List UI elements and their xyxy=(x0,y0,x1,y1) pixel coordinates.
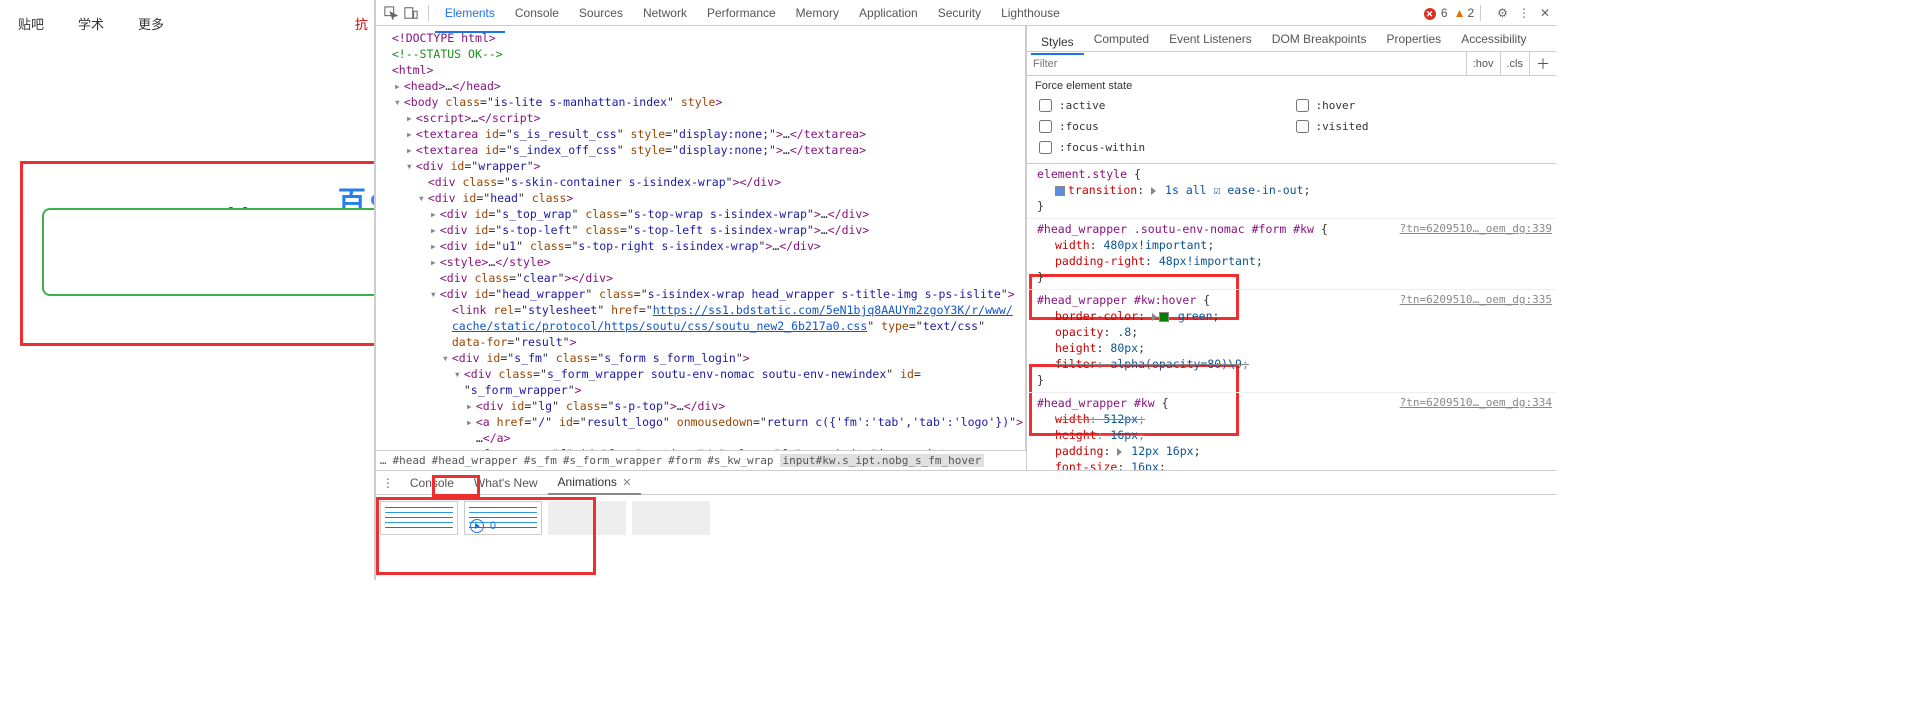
style-rules[interactable]: element.style {transition: 1s all ☑ ease… xyxy=(1027,164,1556,470)
drawer-tab-animations[interactable]: Animations ✕ xyxy=(548,471,642,495)
devtools-tab-lighthouse[interactable]: Lighthouse xyxy=(991,0,1070,26)
devtools-toolbar: ElementsConsoleSourcesNetworkPerformance… xyxy=(376,0,1556,26)
force-state-checkbox[interactable]: :hover xyxy=(1292,96,1549,115)
force-state-checkbox[interactable]: :focus-within xyxy=(1035,138,1292,157)
kebab-icon[interactable]: ⋮ xyxy=(382,476,394,490)
devtools: ElementsConsoleSourcesNetworkPerformance… xyxy=(375,0,1556,580)
play-icon[interactable] xyxy=(470,519,484,533)
devtools-tab-security[interactable]: Security xyxy=(928,0,991,26)
devtools-tab-application[interactable]: Application xyxy=(849,0,928,26)
styles-tab[interactable]: Computed xyxy=(1084,26,1159,52)
nav-link[interactable]: 学术 xyxy=(78,14,104,33)
styles-tab[interactable]: Event Listeners xyxy=(1159,26,1262,52)
animation-thumb[interactable] xyxy=(380,501,458,535)
devtools-tab-network[interactable]: Network xyxy=(633,0,697,26)
breadcrumb[interactable]: …#head#head_wrapper#s_fm#s_form_wrapper#… xyxy=(376,450,1026,470)
force-state: Force element state :active :hover :focu… xyxy=(1027,76,1556,164)
styles-sidebar: StylesComputedEvent ListenersDOM Breakpo… xyxy=(1026,26,1556,470)
devtools-tab-console[interactable]: Console xyxy=(505,0,569,26)
drawer-tabs: ⋮ Console What's New Animations ✕ xyxy=(376,471,1556,495)
styles-tabs: StylesComputedEvent ListenersDOM Breakpo… xyxy=(1027,26,1556,52)
kebab-icon[interactable]: ⋮ xyxy=(1518,6,1530,20)
search-input[interactable] xyxy=(42,208,375,296)
force-state-checkbox[interactable]: :focus xyxy=(1035,117,1292,136)
close-icon[interactable]: ✕ xyxy=(622,477,631,489)
partial-text: 抗 xyxy=(355,14,368,33)
animation-thumb-empty xyxy=(632,501,710,535)
devtools-tab-memory[interactable]: Memory xyxy=(786,0,849,26)
top-nav: 贴吧 学术 更多 xyxy=(18,14,164,33)
device-icon[interactable] xyxy=(402,4,420,22)
rendered-page: 贴吧 学术 更多 抗 Baidu 百度 xyxy=(0,0,375,580)
inspect-icon[interactable] xyxy=(382,4,400,22)
error-count-icon[interactable]: ✕ 6 xyxy=(1424,6,1448,20)
dom-tree[interactable]: <!DOCTYPE html><!--STATUS OK--><html>▸<h… xyxy=(376,26,1026,450)
close-icon[interactable]: ✕ xyxy=(1540,6,1550,20)
force-state-checkbox[interactable]: :visited xyxy=(1292,117,1549,136)
filter-input[interactable] xyxy=(1027,58,1466,70)
styles-tab[interactable]: Accessibility xyxy=(1451,26,1536,52)
animations-panel[interactable]: 0 xyxy=(376,495,1556,580)
hov-toggle[interactable]: :hov xyxy=(1466,52,1500,75)
devtools-tab-sources[interactable]: Sources xyxy=(569,0,633,26)
devtools-tab-performance[interactable]: Performance xyxy=(697,0,786,26)
animation-count: 0 xyxy=(490,520,496,532)
warning-count-icon[interactable]: ▲2 xyxy=(1448,6,1475,20)
filter-row: :hov .cls ＋ xyxy=(1027,52,1556,76)
force-state-checkbox[interactable]: :active xyxy=(1035,96,1292,115)
nav-link[interactable]: 更多 xyxy=(138,14,164,33)
drawer: ⋮ Console What's New Animations ✕ xyxy=(376,470,1556,580)
devtools-tabs: ElementsConsoleSourcesNetworkPerformance… xyxy=(435,0,1070,26)
styles-tab[interactable]: DOM Breakpoints xyxy=(1262,26,1377,52)
force-state-label: Force element state xyxy=(1035,80,1548,92)
add-rule-icon[interactable]: ＋ xyxy=(1529,52,1556,75)
animation-thumb-empty xyxy=(548,501,626,535)
cls-toggle[interactable]: .cls xyxy=(1500,52,1530,75)
drawer-tab-whatsnew[interactable]: What's New xyxy=(464,472,548,494)
styles-tab[interactable]: Properties xyxy=(1376,26,1451,52)
gear-icon[interactable]: ⚙ xyxy=(1497,6,1508,20)
drawer-tab-console[interactable]: Console xyxy=(400,472,464,494)
nav-link[interactable]: 贴吧 xyxy=(18,14,44,33)
